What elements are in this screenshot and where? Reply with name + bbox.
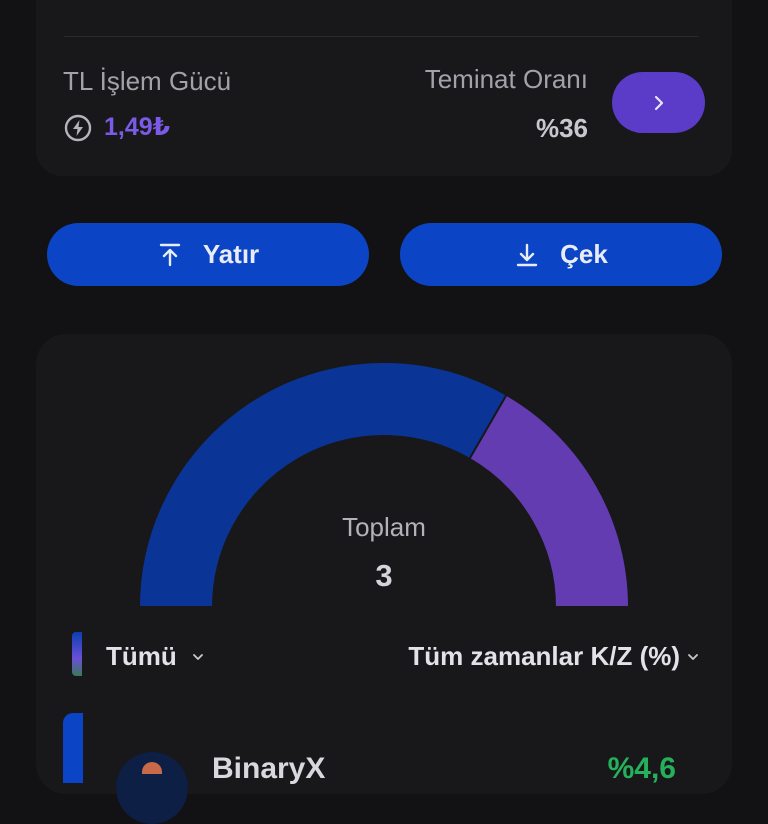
gauge-total-value: 3 [375,558,393,593]
asset-name[interactable]: BinaryX [212,752,325,786]
chevron-down-icon [688,653,698,660]
period-filter-dropdown[interactable]: Tüm zamanlar K/Z (%) [408,641,700,672]
chevron-down-icon [192,653,203,660]
asset-logo-icon [116,752,188,824]
period-filter-label: Tüm zamanlar K/Z (%) [408,641,680,671]
filter-accent [72,632,82,676]
category-filter-label: Tümü [106,641,177,671]
asset-change: %4,6 [607,752,676,785]
gauge-slice-1 [468,393,631,608]
gauge-total-label: Toplam [342,512,426,542]
list-item-accent [63,713,83,783]
category-filter-dropdown[interactable]: Tümü [106,641,205,672]
